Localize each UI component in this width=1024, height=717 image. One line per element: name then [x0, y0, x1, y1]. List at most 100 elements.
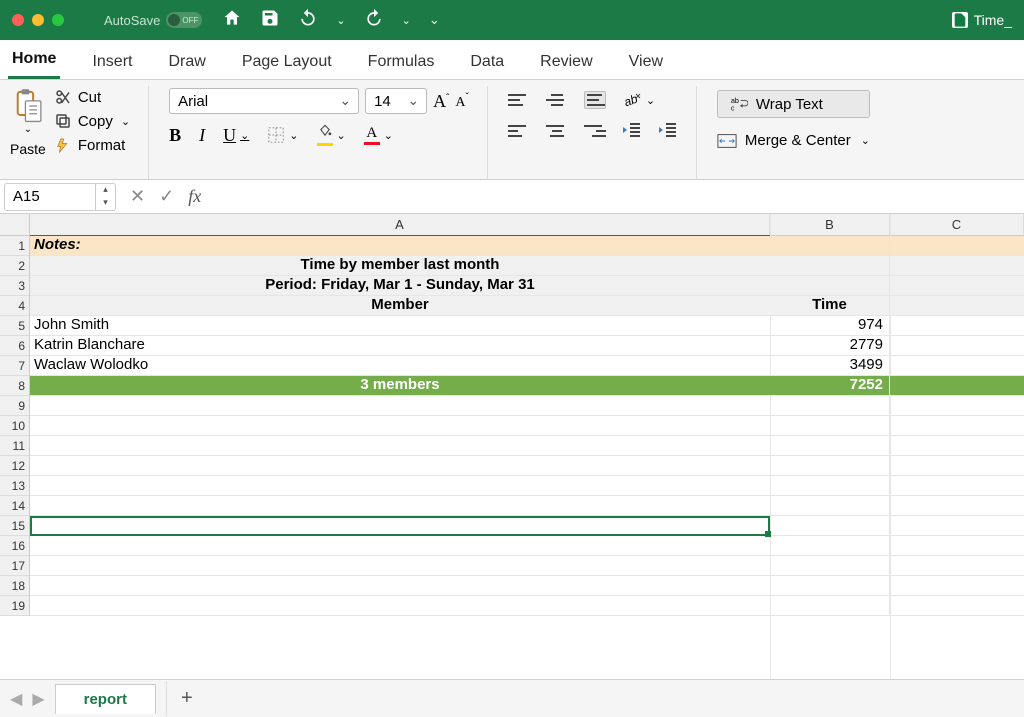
increase-indent-icon[interactable]: [658, 122, 678, 140]
align-right-icon[interactable]: [584, 122, 606, 140]
cell[interactable]: [30, 496, 770, 515]
maximize-window-icon[interactable]: [52, 14, 64, 26]
row-header[interactable]: 12: [0, 456, 29, 476]
cell[interactable]: [770, 556, 890, 575]
underline-button[interactable]: U ⌄: [223, 125, 249, 146]
align-top-icon[interactable]: [508, 91, 530, 109]
cell[interactable]: Period: Friday, Mar 1 - Sunday, Mar 31: [30, 276, 770, 295]
row-header[interactable]: 17: [0, 556, 29, 576]
sheet-tab-report[interactable]: report: [55, 684, 156, 714]
cell[interactable]: 3 members: [30, 376, 770, 395]
wrap-text-button[interactable]: abc Wrap Text: [717, 90, 870, 118]
cell[interactable]: [770, 496, 890, 515]
row-header[interactable]: 9: [0, 396, 29, 416]
fill-color-button[interactable]: ⌄: [317, 124, 346, 146]
cell[interactable]: [770, 236, 890, 255]
tab-home[interactable]: Home: [8, 40, 60, 79]
confirm-formula-icon[interactable]: ✓: [159, 186, 174, 207]
cut-button[interactable]: Cut: [54, 88, 130, 106]
cell[interactable]: [770, 396, 890, 415]
orientation-button[interactable]: ab⌄: [622, 90, 655, 110]
merge-center-button[interactable]: Merge & Center⌄: [717, 128, 870, 153]
cell[interactable]: [770, 436, 890, 455]
cell[interactable]: 7252: [770, 376, 890, 395]
cell[interactable]: [770, 276, 890, 295]
row-header[interactable]: 1: [0, 236, 29, 256]
align-center-icon[interactable]: [546, 122, 568, 140]
row-header[interactable]: 14: [0, 496, 29, 516]
undo-dropdown-icon[interactable]: ⌄: [336, 14, 345, 27]
cell[interactable]: [30, 416, 770, 435]
cell-a15[interactable]: [30, 516, 770, 535]
cell[interactable]: [770, 476, 890, 495]
redo-dropdown-icon[interactable]: ⌄: [402, 14, 411, 27]
bold-button[interactable]: B: [169, 125, 181, 146]
sheet-nav-next-icon[interactable]: ▶: [32, 689, 44, 709]
home-icon[interactable]: [222, 8, 242, 33]
cell[interactable]: 974: [770, 316, 890, 335]
cell[interactable]: [30, 396, 770, 415]
row-header[interactable]: 8: [0, 376, 29, 396]
tab-data[interactable]: Data: [466, 43, 508, 79]
column-header-a[interactable]: A: [30, 214, 770, 235]
tab-view[interactable]: View: [625, 43, 667, 79]
row-header[interactable]: 5: [0, 316, 29, 336]
increase-font-icon[interactable]: Aˆ: [433, 91, 449, 112]
cell[interactable]: [30, 536, 770, 555]
cell[interactable]: Time: [770, 296, 890, 315]
cell[interactable]: 2779: [770, 336, 890, 355]
cell[interactable]: Member: [30, 296, 770, 315]
row-header[interactable]: 19: [0, 596, 29, 616]
row-header[interactable]: 10: [0, 416, 29, 436]
row-header[interactable]: 2: [0, 256, 29, 276]
tab-insert[interactable]: Insert: [88, 43, 136, 79]
cell[interactable]: [770, 456, 890, 475]
font-size-select[interactable]: [365, 88, 427, 114]
cell[interactable]: Waclaw Wolodko: [30, 356, 770, 375]
row-header[interactable]: 16: [0, 536, 29, 556]
cell[interactable]: [30, 436, 770, 455]
sheet-nav-prev-icon[interactable]: ◀: [10, 689, 22, 709]
minimize-window-icon[interactable]: [32, 14, 44, 26]
cell[interactable]: John Smith: [30, 316, 770, 335]
row-header[interactable]: 13: [0, 476, 29, 496]
cell[interactable]: [770, 536, 890, 555]
font-name-select[interactable]: [169, 88, 359, 114]
cell[interactable]: [30, 576, 770, 595]
row-header[interactable]: 4: [0, 296, 29, 316]
tab-draw[interactable]: Draw: [164, 43, 209, 79]
tab-formulas[interactable]: Formulas: [364, 43, 439, 79]
tab-review[interactable]: Review: [536, 43, 596, 79]
cell[interactable]: [30, 456, 770, 475]
spreadsheet-grid[interactable]: A B C 12345678910111213141516171819 Note…: [0, 214, 1024, 679]
fx-icon[interactable]: fx: [188, 186, 201, 207]
paste-button[interactable]: ⌄ Paste: [10, 86, 54, 157]
cell[interactable]: 3499: [770, 356, 890, 375]
copy-button[interactable]: Copy⌄: [54, 112, 130, 130]
cell[interactable]: [770, 256, 890, 275]
align-left-icon[interactable]: [508, 122, 530, 140]
decrease-font-icon[interactable]: Aˇ: [455, 95, 468, 111]
customize-qat-icon[interactable]: ⌄: [429, 12, 440, 28]
cell[interactable]: [30, 596, 770, 615]
cell[interactable]: [30, 556, 770, 575]
select-all-corner[interactable]: [0, 214, 30, 236]
align-bottom-icon[interactable]: [584, 91, 606, 109]
row-header[interactable]: 6: [0, 336, 29, 356]
column-header-b[interactable]: B: [770, 214, 890, 235]
tab-page-layout[interactable]: Page Layout: [238, 43, 336, 79]
align-middle-icon[interactable]: [546, 91, 568, 109]
autosave-toggle[interactable]: AutoSave OFF: [104, 12, 202, 28]
cells-area[interactable]: Notes: Time by member last month Period:…: [30, 236, 1024, 616]
formula-input[interactable]: [215, 183, 1024, 211]
cell[interactable]: Notes:: [30, 236, 770, 255]
row-header[interactable]: 3: [0, 276, 29, 296]
decrease-indent-icon[interactable]: [622, 122, 642, 140]
cell[interactable]: Time by member last month: [30, 256, 770, 275]
save-icon[interactable]: [260, 8, 280, 33]
italic-button[interactable]: I: [199, 125, 205, 146]
cell[interactable]: [30, 476, 770, 495]
autosave-switch[interactable]: OFF: [166, 12, 202, 28]
close-window-icon[interactable]: [12, 14, 24, 26]
name-box[interactable]: [4, 183, 96, 211]
